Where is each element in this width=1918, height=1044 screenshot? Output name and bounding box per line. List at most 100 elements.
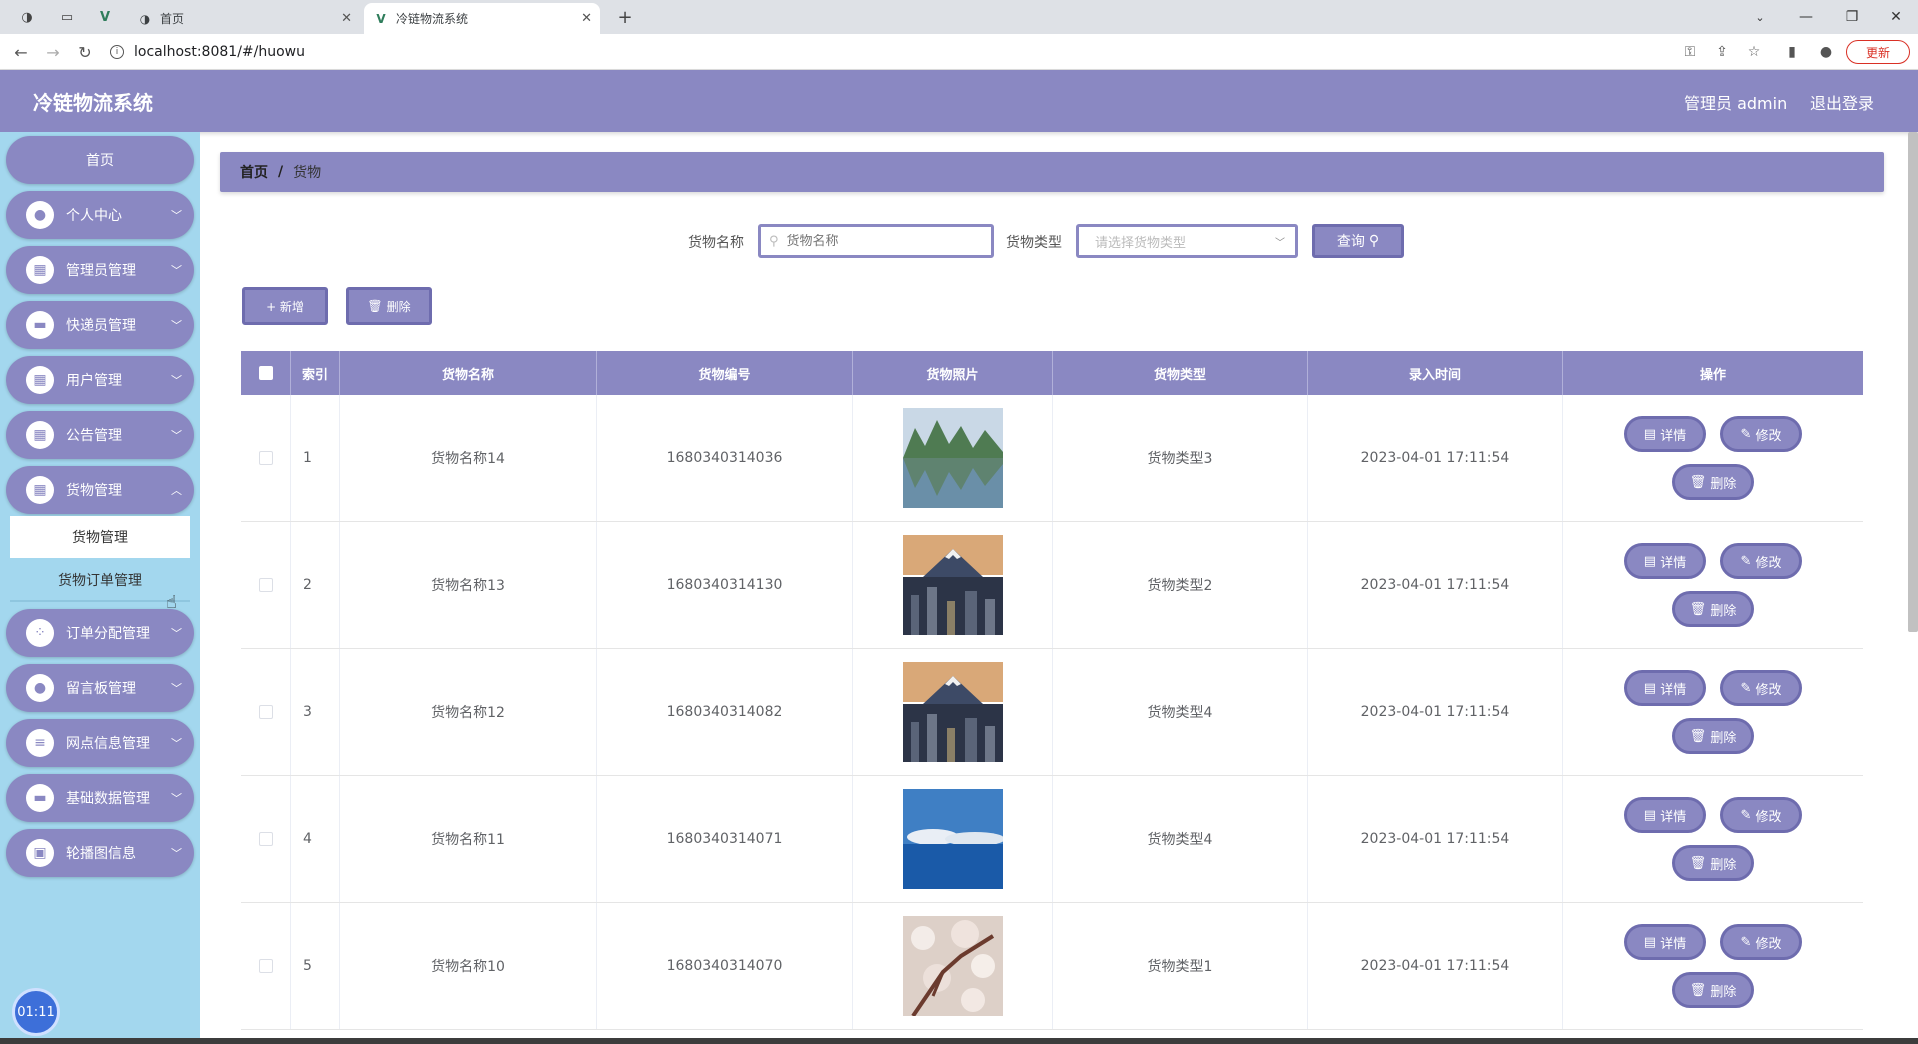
info-icon[interactable]: i xyxy=(110,45,124,59)
sidebar-item-notice[interactable]: ▦ 公告管理 ﹀ xyxy=(6,411,194,459)
cell-time: 2023-04-01 17:11:54 xyxy=(1308,903,1563,1029)
row-checkbox[interactable] xyxy=(258,451,273,465)
search-name-field[interactable]: ⚲ xyxy=(758,224,994,258)
delete-button[interactable]: 🗑 删除 xyxy=(1672,972,1754,1008)
delete-button[interactable]: 🗑 删除 xyxy=(1672,464,1754,500)
row-checkbox-cell xyxy=(241,395,291,521)
query-button[interactable]: 查询 ⚲ xyxy=(1312,224,1404,258)
goods-photo-cherry-blossom[interactable] xyxy=(902,916,1003,1016)
delete-button[interactable]: 🗑 删除 xyxy=(1672,718,1754,754)
window-close-icon[interactable]: ✕ xyxy=(1876,4,1916,30)
url-field[interactable]: i localhost:8081/#/huowu xyxy=(110,41,305,63)
submenu-goods-orders[interactable]: 货物订单管理 xyxy=(10,560,190,602)
search-type-label: 货物类型 xyxy=(1006,235,1062,251)
type-select-placeholder: 请选择货物类型 xyxy=(1095,235,1187,251)
forward-icon[interactable]: → xyxy=(42,41,64,63)
pencil-icon: ✎ xyxy=(1740,934,1752,950)
cell-ops: ▤ 详情 ✎ 修改 🗑 删除 xyxy=(1563,395,1863,521)
tab-active[interactable]: V 冷链物流系统 ✕ xyxy=(364,3,600,34)
sidebar-item-label: 轮播图信息 xyxy=(66,846,136,862)
star-icon[interactable]: ☆ xyxy=(1744,42,1764,62)
detail-button[interactable]: ▤ 详情 xyxy=(1624,924,1706,960)
goods-photo-city-fuji[interactable] xyxy=(902,535,1003,635)
minimize-icon[interactable]: — xyxy=(1786,4,1826,30)
page-scrollbar[interactable] xyxy=(1908,132,1918,632)
edit-button[interactable]: ✎ 修改 xyxy=(1720,797,1802,833)
sidebar-item-admin[interactable]: ▦ 管理员管理 ﹀ xyxy=(6,246,194,294)
add-button[interactable]: + 新增 xyxy=(242,287,328,325)
row-checkbox-cell xyxy=(241,776,291,902)
goods-photo-sea-sky[interactable] xyxy=(902,789,1003,889)
profile-icon[interactable]: ● xyxy=(1816,42,1836,62)
header-checkbox-cell xyxy=(241,351,291,395)
update-button[interactable]: 更新 xyxy=(1846,40,1910,64)
edit-button[interactable]: ✎ 修改 xyxy=(1720,924,1802,960)
restore-icon[interactable]: ❐ xyxy=(1832,4,1872,30)
chevron-down-icon: ﹀ xyxy=(171,792,182,805)
sidepanel-icon[interactable]: ▮ xyxy=(1782,42,1802,62)
sidebar-item-order-assign[interactable]: ⁘ 订单分配管理 ﹀ xyxy=(6,609,194,657)
tab-search-icon[interactable]: ⌄ xyxy=(1740,4,1780,30)
chevron-down-icon: ﹀ xyxy=(1275,237,1285,249)
edit-button[interactable]: ✎ 修改 xyxy=(1720,543,1802,579)
detail-label: 详情 xyxy=(1660,809,1687,825)
sidebar-item-outlets[interactable]: ≡ 网点信息管理 ﹀ xyxy=(6,719,194,767)
row-checkbox[interactable] xyxy=(258,578,273,592)
table-row: 1 货物名称14 1680340314036 货物类型3 2023-04-01 … xyxy=(241,395,1863,522)
delete-button[interactable]: 🗑 删除 xyxy=(1672,845,1754,881)
share-icon[interactable]: ⇪ xyxy=(1712,42,1732,62)
delete-button[interactable]: 🗑 删除 xyxy=(1672,591,1754,627)
url-text: localhost:8081/#/huowu xyxy=(134,44,305,60)
col-ops: 操作 xyxy=(1699,367,1726,383)
sidebar-item-carousel[interactable]: ▣ 轮播图信息 ﹀ xyxy=(6,829,194,877)
chevron-down-icon: ﹀ xyxy=(171,737,182,750)
user-label: 管理员 admin xyxy=(1684,94,1788,113)
breadcrumb-home[interactable]: 首页 xyxy=(240,162,268,182)
type-select[interactable]: 请选择货物类型 ﹀ xyxy=(1076,224,1298,258)
row-checkbox[interactable] xyxy=(258,832,273,846)
row-checkbox[interactable] xyxy=(258,959,273,973)
detail-button[interactable]: ▤ 详情 xyxy=(1624,797,1706,833)
submenu-goods[interactable]: 货物管理 xyxy=(10,516,190,558)
detail-button[interactable]: ▤ 详情 xyxy=(1624,543,1706,579)
goods-photo-city-fuji[interactable] xyxy=(902,662,1003,762)
sidebar-item-personal[interactable]: ● 个人中心 ﹀ xyxy=(6,191,194,239)
clock-badge[interactable]: 01:11 xyxy=(12,988,60,1036)
logout-link[interactable]: 退出登录 xyxy=(1810,90,1874,114)
detail-button[interactable]: ▤ 详情 xyxy=(1624,670,1706,706)
vue-tab-icon[interactable]: V xyxy=(96,8,114,26)
sidebar-item-goods[interactable]: ▦ 货物管理 ︿ xyxy=(6,466,194,514)
sidebar-item-courier[interactable]: ▬ 快递员管理 ﹀ xyxy=(6,301,194,349)
cell-photo xyxy=(853,776,1053,902)
sidebar-item-users[interactable]: ▦ 用户管理 ﹀ xyxy=(6,356,194,404)
batch-delete-button[interactable]: 🗑 删除 xyxy=(346,287,432,325)
mini-tab-icon[interactable]: ◑ xyxy=(18,8,36,26)
breadcrumb-current: 货物 xyxy=(293,165,322,181)
tab-home[interactable]: ◑ 首页 ✕ xyxy=(128,3,360,34)
sliders-icon: ≡ xyxy=(26,729,54,757)
sidebar-item-messages[interactable]: ● 留言板管理 ﹀ xyxy=(6,664,194,712)
new-tab-button[interactable]: + xyxy=(616,7,634,28)
edit-button[interactable]: ✎ 修改 xyxy=(1720,416,1802,452)
search-name-input[interactable] xyxy=(786,233,977,249)
goods-photo-mountain-lake[interactable] xyxy=(902,408,1003,508)
key-icon[interactable]: ⚿ xyxy=(1680,42,1700,62)
select-all-checkbox[interactable] xyxy=(258,366,273,380)
cell-name: 货物名称11 xyxy=(340,776,597,902)
mini-tab-blank-icon[interactable]: ▭ xyxy=(58,8,76,26)
cell-name: 货物名称13 xyxy=(340,522,597,648)
reload-icon[interactable]: ↻ xyxy=(74,41,96,63)
row-checkbox[interactable] xyxy=(258,705,273,719)
delete-label: 删除 xyxy=(1710,476,1737,492)
breadcrumb-separator: / xyxy=(278,164,284,180)
detail-button[interactable]: ▤ 详情 xyxy=(1624,416,1706,452)
close-icon[interactable]: ✕ xyxy=(581,11,592,26)
trash-icon: 🗑 xyxy=(367,299,383,313)
edit-label: 修改 xyxy=(1755,682,1782,698)
back-icon[interactable]: ← xyxy=(10,41,32,63)
trash-icon: 🗑 xyxy=(1689,601,1707,617)
sidebar-item-home[interactable]: 首页 xyxy=(6,136,194,184)
sidebar-item-basedata[interactable]: ▬ 基础数据管理 ﹀ xyxy=(6,774,194,822)
close-icon[interactable]: ✕ xyxy=(341,11,352,26)
edit-button[interactable]: ✎ 修改 xyxy=(1720,670,1802,706)
